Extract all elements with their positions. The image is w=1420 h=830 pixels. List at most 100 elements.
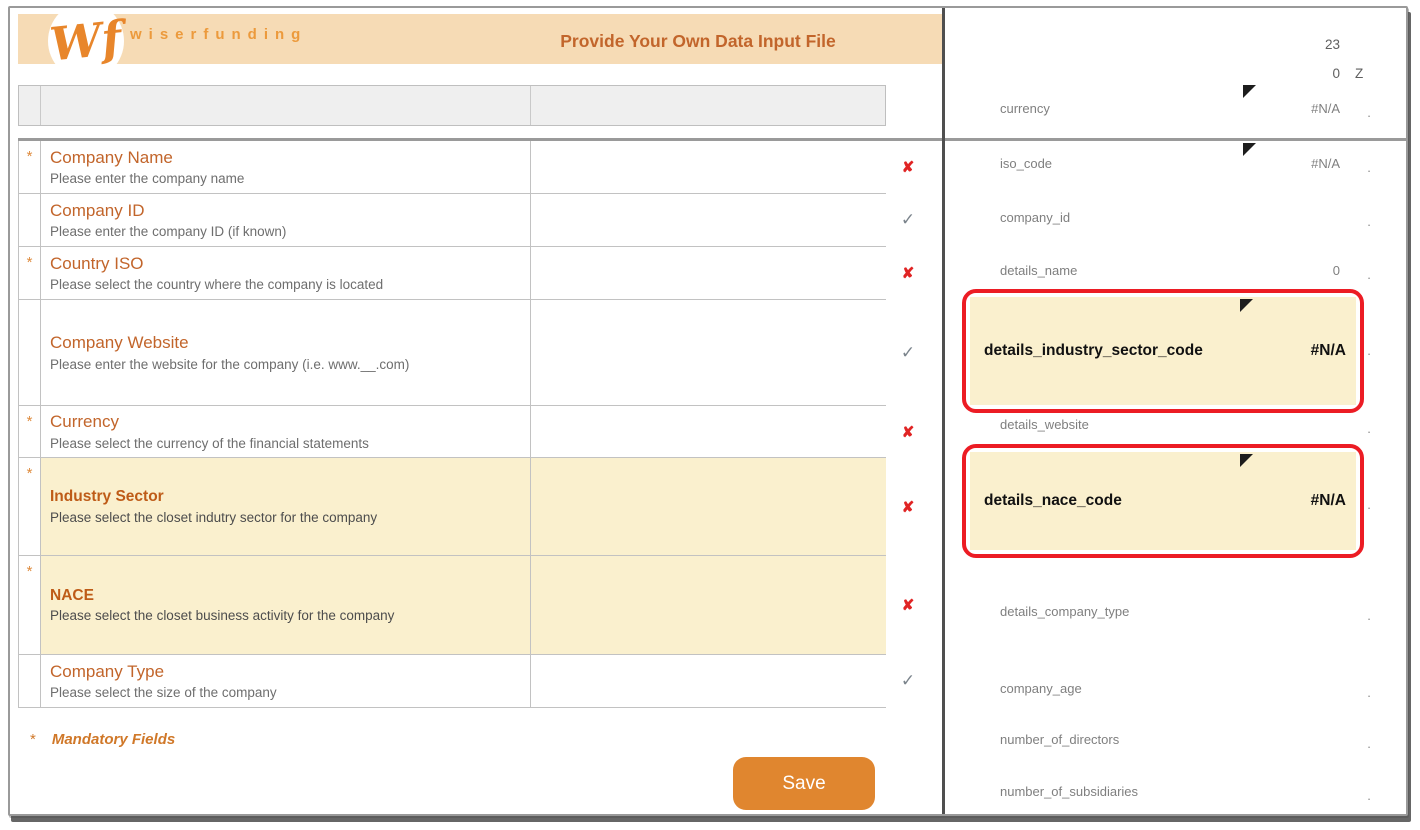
cell-name: details_company_type bbox=[1000, 604, 1129, 619]
nace-input-cell[interactable] bbox=[530, 556, 886, 654]
status-fail-icon: ✘ bbox=[888, 423, 928, 441]
company-type-input-cell[interactable] bbox=[530, 655, 886, 707]
form-table: * Company Name Please enter the company … bbox=[18, 141, 886, 708]
cell-name: number_of_subsidiaries bbox=[1000, 784, 1138, 799]
side-row-details-website[interactable]: details_website bbox=[1000, 417, 1340, 435]
cell-name: currency bbox=[1000, 101, 1050, 116]
cell-name: details_nace_code bbox=[984, 492, 1122, 510]
page-title: Provide Your Own Data Input File bbox=[523, 31, 873, 52]
cell-count-value[interactable]: 23 bbox=[1292, 37, 1340, 52]
field-label: Company ID bbox=[50, 200, 524, 221]
mandatory-star: * bbox=[19, 556, 41, 654]
field-label: NACE bbox=[50, 586, 524, 605]
field-description: Please enter the company name bbox=[50, 171, 524, 187]
cell-name: number_of_directors bbox=[1000, 732, 1119, 747]
company-name-input-cell[interactable] bbox=[530, 141, 886, 193]
cell-dot: . bbox=[1362, 160, 1376, 175]
side-row-number-of-directors[interactable]: number_of_directors bbox=[1000, 732, 1340, 750]
cell-name: company_id bbox=[1000, 210, 1070, 225]
field-label: Company Type bbox=[50, 661, 524, 682]
side-row-currency[interactable]: currency #N/A bbox=[1000, 101, 1340, 119]
side-row-details-company-type[interactable]: details_company_type bbox=[1000, 604, 1340, 622]
status-fail-icon: ✘ bbox=[888, 264, 928, 282]
cell-name: iso_code bbox=[1000, 156, 1052, 171]
cell-value: #N/A bbox=[1311, 492, 1346, 510]
field-label: Currency bbox=[50, 411, 524, 432]
cell-value: 0 bbox=[1333, 263, 1340, 278]
cell-z-value[interactable]: Z bbox=[1355, 66, 1375, 81]
field-description: Please select the country where the comp… bbox=[50, 277, 524, 293]
side-row-details-name[interactable]: details_name 0 bbox=[1000, 263, 1340, 281]
field-description: Please enter the website for the company… bbox=[50, 357, 524, 373]
company-id-input-cell[interactable] bbox=[530, 194, 886, 246]
mandatory-star: * bbox=[19, 141, 41, 193]
status-pass-icon: ✓ bbox=[888, 671, 928, 691]
cell-dot: . bbox=[1362, 788, 1376, 803]
highlighted-cell-nace-code[interactable]: details_nace_code #N/A bbox=[970, 452, 1356, 550]
form-row-company-name: * Company Name Please enter the company … bbox=[19, 141, 886, 194]
side-row-number-of-subsidiaries[interactable]: number_of_subsidiaries bbox=[1000, 784, 1340, 802]
form-row-company-type: Company Type Please select the size of t… bbox=[19, 655, 886, 708]
brand-monogram: Wf bbox=[48, 14, 124, 67]
form-row-country-iso: * Country ISO Please select the country … bbox=[19, 247, 886, 300]
side-row-company-id[interactable]: company_id bbox=[1000, 210, 1340, 228]
panel-divider bbox=[942, 8, 945, 814]
form-row-nace: * NACE Please select the closet business… bbox=[19, 556, 886, 655]
cell-value: #N/A bbox=[1311, 342, 1346, 360]
field-label: Country ISO bbox=[50, 253, 524, 274]
field-description: Please select the currency of the financ… bbox=[50, 436, 524, 452]
mandatory-star: * bbox=[19, 406, 41, 457]
form-row-currency: * Currency Please select the currency of… bbox=[19, 406, 886, 458]
side-row-company-age[interactable]: company_age bbox=[1000, 681, 1340, 699]
error-highlight-border: details_nace_code #N/A bbox=[962, 444, 1364, 558]
country-iso-input-cell[interactable] bbox=[530, 247, 886, 299]
cell-value: #N/A bbox=[1311, 156, 1340, 171]
status-fail-icon: ✘ bbox=[888, 158, 928, 176]
error-highlight-border: details_industry_sector_code #N/A bbox=[962, 289, 1364, 413]
cell-name: details_name bbox=[1000, 263, 1077, 278]
app-window: Provide Your Own Data Input File Wf wise… bbox=[8, 6, 1408, 816]
field-label: Company Website bbox=[50, 332, 524, 353]
cell-name: details_website bbox=[1000, 417, 1089, 432]
side-row-iso-code[interactable]: iso_code #N/A bbox=[1000, 156, 1340, 174]
field-description: Please select the closet indutry sector … bbox=[50, 510, 524, 526]
brand-name: wiserfunding bbox=[130, 26, 307, 43]
field-description: Please select the closet business activi… bbox=[50, 608, 524, 624]
cell-dot: . bbox=[1362, 267, 1376, 282]
comment-marker-icon bbox=[1240, 299, 1253, 312]
cell-dot: . bbox=[1362, 421, 1376, 436]
company-website-input-cell[interactable] bbox=[530, 300, 886, 405]
brand-logo: Wf bbox=[48, 6, 124, 80]
form-row-company-website: Company Website Please enter the website… bbox=[19, 300, 886, 406]
field-label: Industry Sector bbox=[50, 487, 524, 506]
field-label: Company Name bbox=[50, 147, 524, 168]
mandatory-note-text: Mandatory Fields bbox=[52, 731, 175, 748]
mandatory-star bbox=[19, 300, 41, 405]
form-row-company-id: Company ID Please enter the company ID (… bbox=[19, 194, 886, 247]
status-pass-icon: ✓ bbox=[888, 343, 928, 363]
cell-value: #N/A bbox=[1311, 101, 1340, 116]
status-pass-icon: ✓ bbox=[888, 210, 928, 230]
cell-dot: . bbox=[1362, 497, 1376, 512]
header-cell-input bbox=[531, 86, 885, 125]
mandatory-star: * bbox=[19, 458, 41, 555]
cell-zero-value[interactable]: 0 bbox=[1292, 66, 1340, 81]
table-header-row bbox=[18, 85, 886, 126]
cell-dot: . bbox=[1362, 685, 1376, 700]
highlighted-cell-industry-sector-code[interactable]: details_industry_sector_code #N/A bbox=[970, 297, 1356, 405]
comment-marker-icon bbox=[1240, 454, 1253, 467]
cell-dot: . bbox=[1362, 105, 1376, 120]
industry-sector-input-cell[interactable] bbox=[530, 458, 886, 555]
mandatory-star: * bbox=[30, 731, 36, 748]
cell-dot: . bbox=[1362, 608, 1376, 623]
currency-input-cell[interactable] bbox=[530, 406, 886, 457]
header-cell-label bbox=[41, 86, 531, 125]
field-description: Please enter the company ID (if known) bbox=[50, 224, 524, 240]
comment-marker-icon bbox=[1243, 85, 1256, 98]
save-button[interactable]: Save bbox=[733, 757, 875, 810]
mandatory-fields-note: * Mandatory Fields bbox=[30, 731, 175, 748]
status-fail-icon: ✘ bbox=[888, 498, 928, 516]
cell-dot: . bbox=[1362, 214, 1376, 229]
header-cell-star bbox=[19, 86, 41, 125]
form-row-industry-sector: * Industry Sector Please select the clos… bbox=[19, 458, 886, 556]
